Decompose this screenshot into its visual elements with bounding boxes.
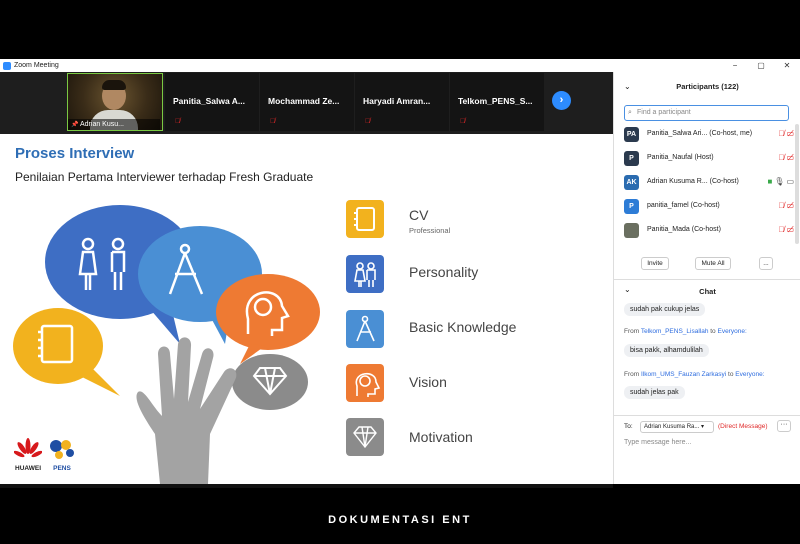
avatar: AK [624,175,639,190]
participant-row[interactable]: Panitia_Mada (Co-host) 🎙̸▭̸ [624,223,796,241]
recipient-select[interactable]: Adrian Kusuma Ra... ▾ [640,421,714,433]
mute-all-button[interactable]: Mute All [695,257,731,270]
participants-header: Participants (122) [676,82,739,91]
slide-title: Proses Interview [15,145,135,162]
video-tile[interactable]: Haryadi Amran... 🎙̸ [355,73,449,131]
close-button[interactable]: ✕ [774,59,800,72]
participant-row[interactable]: PA Panitia_Salwa Ari... (Co-host, me) 🎙̸… [624,127,796,145]
to-word: to [728,371,734,378]
tile-name: Telkom_PENS_S... [458,96,533,106]
divider [614,415,800,416]
participant-name: panitia_famel (Co-host) [647,202,720,209]
minimize-button[interactable]: − [722,59,748,72]
window-titlebar: Zoom Meeting − ▢ ✕ [0,59,800,72]
avatar: PA [624,127,639,142]
participant-search-input[interactable]: ⌕ Find a participant [624,105,789,121]
chat-recipient[interactable]: Everyone: [717,328,746,335]
to-label: To: [624,423,633,430]
participant-name: Adrian Kusuma R... (Co-host) [647,178,739,185]
self-video-tile[interactable]: Adrian Kusu... 📌 [67,73,163,131]
search-placeholder: Find a participant [637,109,691,116]
muted-icons: 🎙̸▭̸ [778,201,796,210]
zoom-logo-icon [3,61,11,70]
slide-bottom-bar [0,484,613,488]
video-tile[interactable]: Mochammad Ze... 🎙̸ [260,73,354,131]
cv-sublabel: Professional [409,226,451,235]
next-page-button[interactable]: › [552,91,571,110]
chat-sender[interactable]: Ilkom_UMS_Fauzan Zarkasyi [641,371,726,378]
pens-logo: PENS [46,436,78,472]
personality-category-icon [346,255,384,293]
motivation-category-icon [346,418,384,456]
muted-icons: 🎙̸▭̸ [778,129,796,138]
mic-muted-icon: 🎙̸ [175,118,181,125]
documentation-banner: DOKUMENTASI ENT [328,514,472,526]
person-hair [102,80,126,90]
tile-name: Mochammad Ze... [268,96,340,106]
tile-name: Panitia_Salwa A... [173,96,245,106]
side-panel: ⌄ Participants (122) ⌕ Find a participan… [613,72,800,484]
slide-subtitle: Penilaian Pertama Interviewer terhadap F… [15,170,314,184]
participant-name: Panitia_Mada (Co-host) [647,226,721,233]
search-icon: ⌕ [628,109,632,116]
huawei-logo-text: HUAWEI [15,465,41,472]
huawei-logo-icon [13,438,43,458]
avatar-photo [624,223,639,238]
muted-icons: 🎙̸▭̸ [778,225,796,234]
video-tile[interactable]: Panitia_Salwa A... 🎙̸ [165,73,259,131]
avatar: P [624,199,639,214]
maximize-button[interactable]: ▢ [748,59,774,72]
participant-row[interactable]: P Panitia_Naufal (Host) 🎙̸▭̸ [624,151,796,169]
personality-label: Personality [409,264,479,280]
mic-muted-icon: 🎙̸ [365,118,371,125]
direct-message-label: (Direct Message) [718,423,768,430]
invite-button[interactable]: Invite [641,257,669,270]
cv-category-icon [346,200,384,238]
divider [614,279,800,280]
cv-label: CV [409,207,429,223]
window-title: Zoom Meeting [14,62,59,69]
chat-sender[interactable]: Telkom_PENS_Lisallah [641,328,709,335]
chat-header: Chat [699,287,716,296]
vision-category-icon [346,364,384,402]
from-prefix: From [624,328,640,335]
from-prefix: From [624,371,640,378]
pin-icon: 📌 [71,122,79,128]
chat-message: sudah pak cukup jelas [624,303,706,316]
mic-muted-icon: 🎙̸ [460,118,466,125]
participant-row[interactable]: AK Adrian Kusuma R... (Co-host) ■🎙▭ [624,175,796,193]
basic-knowledge-label: Basic Knowledge [409,319,517,335]
chat-message: sudah jelas pak [624,386,685,399]
pens-logo-icon [50,440,74,459]
motivation-label: Motivation [409,429,473,445]
chat-sender-line: From Ilkom_UMS_Fauzan Zarkasyi to Everyo… [624,371,765,378]
participant-name: Panitia_Salwa Ari... (Co-host, me) [647,130,753,137]
video-tile[interactable]: Telkom_PENS_S... 🎙̸ [450,73,544,131]
muted-icons: 🎙̸▭̸ [778,153,796,162]
zoom-screenshot: Zoom Meeting − ▢ ✕ Adrian Kusu... 📌 Pani… [0,0,800,544]
hand-illustration [136,337,237,484]
diamond-bubble [232,354,308,410]
tile-name: Haryadi Amran... [363,96,431,106]
chat-recipient[interactable]: Everyone: [735,371,764,378]
pens-logo-text: PENS [53,465,71,472]
vision-label: Vision [409,374,447,390]
unmuted-icons: ■🎙▭ [767,177,796,186]
video-strip: Adrian Kusu... 📌 Panitia_Salwa A... 🎙̸ M… [0,72,613,134]
chat-sender-line: From Telkom_PENS_Lisallah to Everyone: [624,328,747,335]
shared-slide: Proses Interview Penilaian Pertama Inter… [0,134,613,484]
avatar: P [624,151,639,166]
chat-message-input[interactable]: Type message here... [624,439,691,446]
more-button[interactable]: ... [759,257,773,270]
chat-more-button[interactable]: ··· [777,420,791,432]
chat-message: bisa pakk, alhamdulilah [624,344,709,357]
huawei-logo: HUAWEI [13,438,43,472]
participant-name: Panitia_Naufal (Host) [647,154,714,161]
to-word: to [710,328,716,335]
self-video-name: Adrian Kusu... [68,119,160,130]
basic-knowledge-category-icon [346,310,384,348]
mic-muted-icon: 🎙̸ [270,118,276,125]
participant-row[interactable]: P panitia_famel (Co-host) 🎙̸▭̸ [624,199,796,217]
